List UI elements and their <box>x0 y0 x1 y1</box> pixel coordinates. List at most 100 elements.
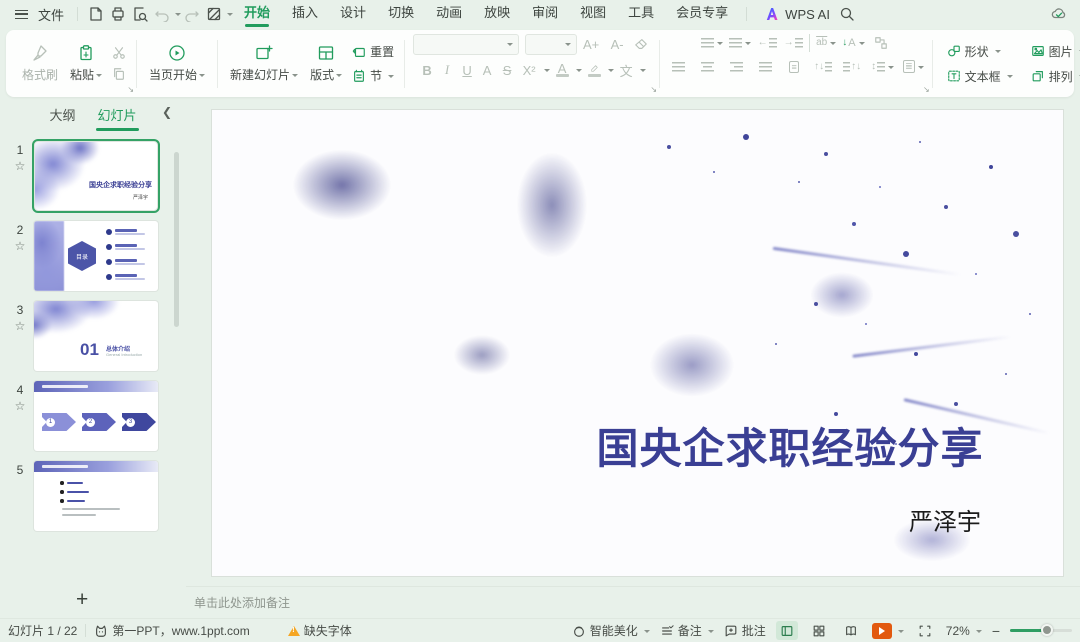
arrange-button[interactable]: 排列 <box>1031 68 1080 85</box>
underline-button[interactable]: U <box>458 63 476 78</box>
phonetic-caret-icon[interactable] <box>640 69 646 75</box>
shapes-button[interactable]: 形状 <box>947 43 1013 60</box>
vertical-text-button[interactable]: ↓A <box>842 34 864 52</box>
slideshow-play-button[interactable] <box>872 623 904 639</box>
missing-font-warning[interactable]: 缺失字体 <box>288 622 352 639</box>
superscript-caret-icon[interactable] <box>544 69 550 75</box>
tab-slideshow[interactable]: 放映 <box>473 0 521 28</box>
justify-button[interactable] <box>755 58 775 76</box>
search-button[interactable] <box>836 3 858 25</box>
collapse-panel-button[interactable]: ❮ <box>162 105 172 119</box>
notes-area[interactable]: 单击此处添加备注 <box>186 586 1080 618</box>
paste-button[interactable]: 粘贴 <box>64 44 108 83</box>
sidebar-scrollbar[interactable] <box>174 152 179 327</box>
paragraph-settings-button[interactable]: ≣ <box>903 58 924 76</box>
phonetic-guide-button[interactable]: 文 <box>616 61 636 80</box>
align-right-button[interactable] <box>726 58 746 76</box>
strikethrough-button[interactable]: S <box>498 63 516 78</box>
slide-thumbnail-4[interactable]: 1 2 3 <box>34 381 158 451</box>
tab-design[interactable]: 设计 <box>329 0 377 28</box>
column-spacing-button[interactable]: ↑↓ <box>813 58 833 76</box>
tab-view[interactable]: 视图 <box>569 0 617 28</box>
selection-pane-button[interactable] <box>203 3 225 25</box>
tab-animation[interactable]: 动画 <box>425 0 473 28</box>
slide-thumbnail-2[interactable]: 目录 <box>34 221 158 291</box>
wps-ai-button[interactable]: WPS AI <box>764 6 830 22</box>
zoom-out-button[interactable]: − <box>992 623 1000 639</box>
increase-indent-button[interactable]: → <box>783 34 803 52</box>
zoom-level[interactable]: 72% <box>946 624 982 638</box>
slide-author-text[interactable]: 严泽宇 <box>909 502 981 537</box>
line-spacing-button[interactable]: ↕ <box>871 58 894 76</box>
group-expand-icon[interactable]: ↘ <box>650 85 657 94</box>
smart-beautify-button[interactable]: 智能美化 <box>572 622 650 639</box>
new-slide-button[interactable]: 新建幻灯片 <box>224 44 304 83</box>
tab-outline[interactable]: 大纲 <box>47 101 77 128</box>
cut-button[interactable] <box>112 46 126 60</box>
fit-window-button[interactable] <box>914 621 936 640</box>
undo-button[interactable] <box>151 3 173 25</box>
grow-font-button[interactable]: A+ <box>579 37 603 52</box>
picture-button[interactable]: 图片 <box>1031 43 1080 60</box>
transition-star-icon[interactable]: ☆ <box>15 161 26 171</box>
copy-button[interactable] <box>112 67 126 81</box>
section-button[interactable]: 节 <box>352 67 394 84</box>
superscript-button[interactable]: X² <box>518 63 540 78</box>
slide-title-text[interactable]: 国央企求职经验分享 <box>545 415 1035 476</box>
save-button[interactable] <box>85 3 107 25</box>
main-menu-button[interactable] <box>10 3 32 25</box>
numbering-button[interactable] <box>729 34 751 52</box>
clear-format-button[interactable] <box>631 35 651 53</box>
redo-button[interactable] <box>181 3 203 25</box>
tab-membership[interactable]: 会员专享 <box>665 0 739 28</box>
transition-star-icon[interactable]: ☆ <box>15 401 26 411</box>
decrease-indent-button[interactable]: ← <box>757 34 777 52</box>
highlight-caret-icon[interactable] <box>608 69 614 75</box>
bold-button[interactable]: B <box>418 63 436 78</box>
font-color-button[interactable]: A <box>552 61 572 79</box>
tab-transition[interactable]: 切换 <box>377 0 425 28</box>
textbox-button[interactable]: 文本框 <box>947 68 1013 85</box>
tab-slides[interactable]: 幻灯片 <box>96 101 139 128</box>
row-spacing-button[interactable]: ↑↓ <box>842 58 862 76</box>
char-border-button[interactable]: A <box>478 63 496 78</box>
text-direction-button[interactable]: ab <box>816 34 836 52</box>
template-source[interactable]: 第一PPT，www.1ppt.com <box>94 622 249 639</box>
italic-button[interactable]: I <box>438 62 456 78</box>
normal-view-button[interactable] <box>776 621 798 640</box>
slide-thumbnail-1[interactable]: 国央企求职经验分享 严泽宇 <box>34 141 158 211</box>
highlight-button[interactable] <box>584 61 604 79</box>
transition-star-icon[interactable]: ☆ <box>15 321 26 331</box>
file-menu[interactable]: 文件 <box>38 5 64 24</box>
print-button[interactable] <box>107 3 129 25</box>
layout-button[interactable]: 版式 <box>304 44 348 83</box>
zoom-slider-knob[interactable] <box>1041 624 1053 636</box>
slide-sorter-button[interactable] <box>808 621 830 640</box>
reading-view-button[interactable] <box>840 621 862 640</box>
font-color-caret-icon[interactable] <box>576 69 582 75</box>
group-expand-icon[interactable]: ↘ <box>127 85 134 94</box>
comments-button[interactable]: 批注 <box>724 622 766 639</box>
align-left-button[interactable] <box>668 58 688 76</box>
tab-tools[interactable]: 工具 <box>617 0 665 28</box>
bullets-button[interactable] <box>701 34 723 52</box>
reset-button[interactable]: 重置 <box>352 43 394 60</box>
convert-smartart-button[interactable] <box>871 34 891 52</box>
notes-button[interactable]: 备注 <box>660 622 714 639</box>
find-replace-button[interactable] <box>129 3 151 25</box>
play-from-current-button[interactable]: 当页开始 <box>143 44 211 83</box>
group-expand-icon[interactable]: ↘ <box>923 85 930 94</box>
slide-thumbnail-5[interactable] <box>34 461 158 531</box>
font-family-select[interactable] <box>413 34 519 55</box>
tab-home[interactable]: 开始 <box>233 0 281 28</box>
zoom-slider[interactable] <box>1010 629 1072 632</box>
undo-caret-icon[interactable] <box>175 13 181 19</box>
cloud-sync-status[interactable] <box>1048 3 1070 25</box>
format-painter-button[interactable]: 格式刷 <box>16 44 64 83</box>
transition-star-icon[interactable]: ☆ <box>15 241 26 251</box>
slide-canvas[interactable]: 国央企求职经验分享 严泽宇 <box>212 110 1063 576</box>
add-slide-button[interactable]: + <box>76 590 88 610</box>
slide-thumbnail-3[interactable]: 01 总体介绍 General Introduction <box>34 301 158 371</box>
font-size-select[interactable] <box>525 34 577 55</box>
tab-insert[interactable]: 插入 <box>281 0 329 28</box>
